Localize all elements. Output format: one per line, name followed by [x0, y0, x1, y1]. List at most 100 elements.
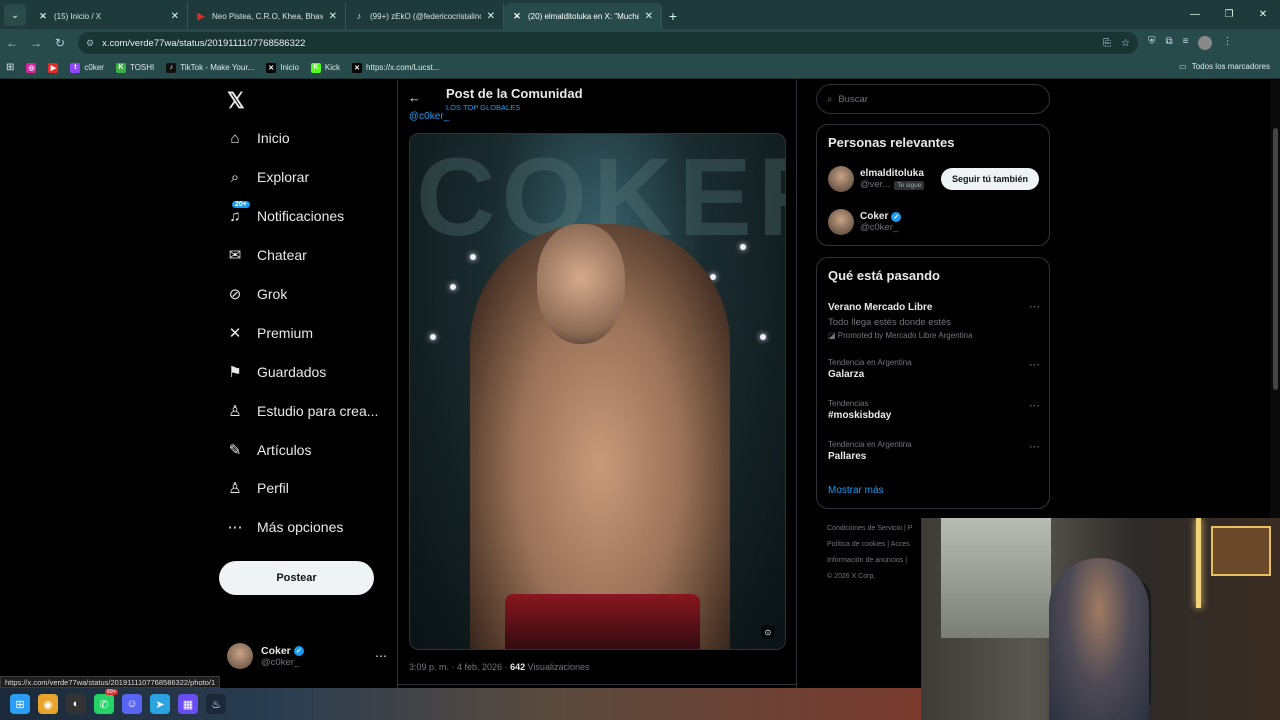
forward-icon[interactable]: → [24, 31, 48, 55]
more-icon[interactable]: ⋯ [375, 649, 387, 663]
nav-item-chatear[interactable]: ✉ Chatear [227, 247, 307, 264]
obs-icon[interactable]: ◐ [66, 694, 86, 714]
follow-back-button[interactable]: Seguir tú también [940, 168, 1039, 190]
bookmark-item[interactable]: t c0ker [64, 62, 110, 73]
telegram-icon[interactable]: ➤ [150, 694, 170, 714]
maximize-icon[interactable]: ❐ [1212, 0, 1246, 29]
extensions-icon[interactable]: ⧉ [1166, 36, 1173, 50]
alt-text-icon[interactable]: ⊙ [761, 625, 775, 639]
chrome-icon[interactable]: ◉ [38, 694, 58, 714]
footer-copyright: © 2026 X Corp. [827, 573, 876, 580]
back-icon[interactable]: ← [0, 31, 24, 55]
trend-item[interactable]: Verano Mercado Libre Todo llega estés do… [828, 300, 1040, 340]
new-tab-button[interactable]: + [662, 5, 684, 27]
bookmark-item[interactable]: K Kick [305, 62, 346, 73]
nav-item-estudio-para-crea[interactable]: ♙ Estudio para crea... [227, 403, 378, 420]
article-icon: ✎ [228, 442, 242, 459]
post-button[interactable]: Postear [219, 561, 374, 595]
discord-icon[interactable]: ☺ [122, 694, 142, 714]
close-icon[interactable]: ✕ [487, 11, 495, 22]
account-handle: @c0ker_ [261, 656, 300, 668]
nav-item-guardados[interactable]: ⚑ Guardados [227, 364, 326, 381]
post-photo[interactable]: COKER ⊙ [409, 133, 786, 650]
whatsapp-icon[interactable]: ✆ 99+ [94, 689, 118, 714]
back-arrow-icon[interactable]: ← [408, 90, 421, 105]
x-icon: ✕ [39, 10, 47, 21]
nav-item-m-s-opciones[interactable]: ⋯ Más opciones [227, 519, 344, 536]
grid-app-icon[interactable]: ▦ [178, 694, 198, 714]
person-elmalditoluka[interactable]: elmalditoluka @ver... Te sigue [828, 166, 925, 192]
steam-icon[interactable]: ♨ [206, 694, 226, 714]
nav-item-perfil[interactable]: ♙ Perfil [227, 480, 289, 497]
bookmark-item[interactable]: ✕ Inicio [260, 62, 305, 73]
person-handle: @ver... [860, 179, 891, 190]
tab-search-button[interactable]: ⌄ [4, 4, 26, 26]
apps-icon[interactable]: ⊞ [0, 62, 20, 73]
tab-inicio-x[interactable]: ✕ (15) Inicio / X ✕ [30, 3, 188, 29]
more-icon[interactable]: ⋯ [1029, 300, 1040, 313]
mention-link[interactable]: @c0ker_ [409, 111, 449, 122]
tab-youtube[interactable]: ▶ Neo Pistea, C.R.O, Khea, Bhavi ✕ [188, 3, 346, 29]
nav-item-grok[interactable]: ⊘ Grok [227, 286, 288, 303]
kick-icon: K [310, 62, 321, 73]
search-input[interactable]: ⌕ Buscar [816, 84, 1050, 114]
bookmark-label: TOSHI [129, 63, 155, 72]
bookmark-item[interactable]: ▶ [42, 62, 64, 73]
post-timestamp[interactable]: 3:09 p. m. · 4 feb. 2026 · [409, 662, 510, 672]
relevant-people-card: Personas relevantes elmalditoluka @ver..… [816, 124, 1050, 246]
more-icon[interactable]: ⋯ [1029, 358, 1040, 371]
tab-active-post[interactable]: ✕ (20) elmalditoluka en X: "Mucha ✕ [504, 3, 662, 29]
account-switcher[interactable]: Coker ✓ @c0ker_ ⋯ [227, 643, 387, 669]
close-icon[interactable]: ✕ [171, 11, 179, 22]
close-window-icon[interactable]: ✕ [1246, 0, 1280, 29]
profile-avatar[interactable] [1198, 36, 1213, 50]
footer-link[interactable]: Política de cookies | Acces [827, 537, 912, 553]
trend-item[interactable]: Tendencias #moskisbday ⋯ [828, 399, 1040, 421]
media-icon[interactable]: ≡ [1183, 36, 1189, 50]
install-icon[interactable]: ⎘ [1103, 38, 1111, 49]
nav-item-art-culos[interactable]: ✎ Artículos [227, 442, 312, 459]
close-icon[interactable]: ✕ [645, 11, 653, 22]
follows-you-badge: Te sigue [894, 181, 925, 190]
nav-item-premium[interactable]: ✕ Premium [227, 325, 313, 342]
more-icon[interactable]: ⋯ [1029, 440, 1040, 453]
nav-item-inicio[interactable]: ⌂ Inicio [227, 130, 289, 147]
youtube-icon: ▶ [48, 62, 59, 73]
menu-icon[interactable]: ⋮ [1222, 36, 1232, 50]
scrollbar-thumb[interactable] [1273, 128, 1278, 390]
bookmark-item[interactable]: ♪ TikTok - Make Your... [160, 62, 260, 73]
reload-icon[interactable]: ↻ [48, 31, 72, 55]
minimize-icon[interactable]: — [1178, 0, 1212, 29]
bookmark-item[interactable]: K TOSHI [110, 62, 160, 73]
community-name[interactable]: LOS TOP GLOBALES [446, 103, 520, 112]
tab-title: (15) Inicio / X [54, 11, 102, 21]
show-more-link[interactable]: Mostrar más [828, 485, 884, 496]
nav-label: Perfil [257, 480, 289, 496]
relevant-title: Personas relevantes [828, 135, 955, 150]
taskbar: ⊞ ◉ ◐ ✆ 99+ ☺ ➤ ▦ ♨ [0, 688, 921, 720]
star-icon[interactable]: ☆ [1121, 38, 1130, 49]
x-icon: ✕ [266, 62, 277, 73]
trend-item[interactable]: Tendencia en Argentina Pallares ⋯ [828, 440, 1040, 462]
footer-link[interactable]: Condiciones de Servicio | P [827, 521, 912, 537]
trend-promoted: Promoted by Mercado Libre Argentina [837, 331, 973, 340]
bookmark-label: c0ker [84, 63, 104, 72]
more-icon[interactable]: ⋯ [1029, 399, 1040, 412]
search-icon: ⌕ [230, 168, 240, 186]
x-logo-icon[interactable]: 𝕏 [227, 88, 245, 114]
person-coker[interactable]: Coker ✓ @c0ker_ [828, 209, 902, 235]
person-name-row: Coker ✓ [860, 211, 902, 222]
bookmark-item[interactable]: ◎ [20, 62, 42, 73]
tab-tiktok[interactable]: ♪ (99+) zEkO (@federicocristalino ✕ [346, 3, 504, 29]
bookmark-item[interactable]: ✕ https://x.com/Lucst... [346, 62, 445, 73]
all-bookmarks-folder[interactable]: ▭ Todos los marcadores [1179, 62, 1270, 71]
nav-item-notificaciones[interactable]: ♫ 20+ Notificaciones [227, 201, 344, 225]
footer-link[interactable]: Información de anuncios | [827, 553, 912, 569]
shield-icon[interactable]: ⛨ [1148, 36, 1156, 50]
trend-item[interactable]: Tendencia en Argentina Galarza ⋯ [828, 358, 1040, 380]
windows-icon[interactable]: ⊞ [10, 694, 30, 714]
url-field[interactable]: ⚙ x.com/verde77wa/status/201911110776858… [78, 32, 1138, 54]
nav-item-explorar[interactable]: ⌕ Explorar [227, 168, 309, 186]
close-icon[interactable]: ✕ [329, 11, 337, 22]
site-info-icon[interactable]: ⚙ [86, 38, 94, 49]
